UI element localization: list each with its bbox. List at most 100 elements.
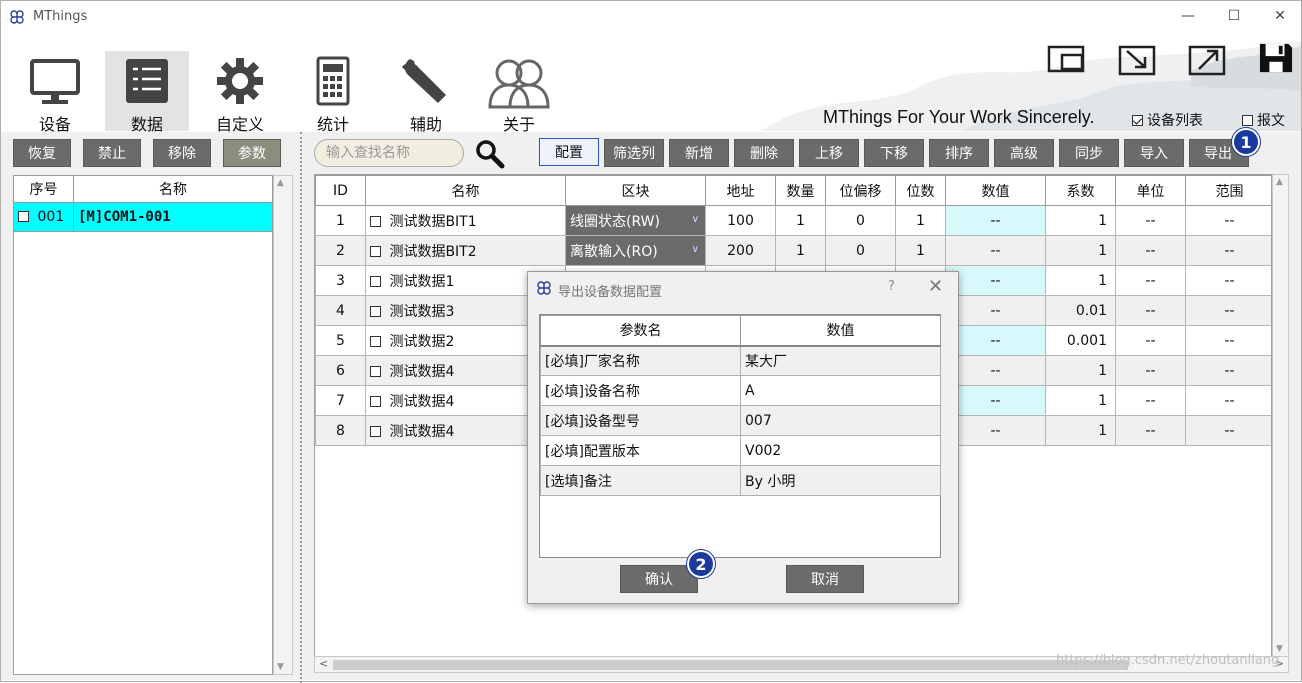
cell-offset: 0: [825, 235, 896, 266]
gear-icon: [217, 58, 263, 104]
config-button[interactable]: 配置: [539, 138, 599, 166]
sort-button[interactable]: 排序: [929, 139, 989, 167]
dialog-table-area: 参数名 数值 [必填]厂家名称 某大厂 [必填]设备名称 A [必填]设备型号 007…: [539, 314, 941, 558]
window-layout-icon[interactable]: [1046, 43, 1086, 77]
scroll-down-icon[interactable]: ▼: [277, 662, 284, 672]
device-table: 序号 名称 001 [M]COM1-001: [13, 175, 273, 232]
packet-checkbox[interactable]: 报文: [1242, 110, 1285, 130]
shrink-icon[interactable]: [1117, 43, 1157, 77]
import-button[interactable]: 导入: [1124, 139, 1184, 167]
move-down-button[interactable]: 下移: [864, 139, 924, 167]
device-list-checkbox[interactable]: 设备列表: [1132, 110, 1203, 130]
table-row[interactable]: [必填]配置版本 V002: [540, 435, 941, 466]
checkbox-icon[interactable]: [370, 365, 381, 377]
chevron-down-icon[interactable]: ∨: [692, 214, 699, 225]
table-row[interactable]: 1 测试数据BIT1 线圈状态(RW) ∨ 100 1 0 1 -- 1 -- --: [315, 205, 1271, 236]
checkbox-icon[interactable]: [370, 425, 381, 437]
table-row[interactable]: 001 [M]COM1-001: [13, 202, 273, 232]
scroll-up-icon[interactable]: ▲: [1276, 177, 1283, 187]
cancel-button[interactable]: 取消: [786, 565, 864, 593]
column-header[interactable]: 位数: [895, 175, 946, 206]
cell-unit: --: [1115, 205, 1186, 236]
table-row[interactable]: [选填]备注 By 小明: [540, 465, 941, 496]
add-button[interactable]: 新增: [669, 139, 729, 167]
cell-range: --: [1185, 415, 1271, 446]
table-row[interactable]: 2 测试数据BIT2 离散输入(RO) ∨ 200 1 0 1 -- 1 -- --: [315, 235, 1271, 266]
param-value-cell[interactable]: By 小明: [740, 465, 941, 496]
remove-button[interactable]: 移除: [153, 139, 211, 167]
checkbox-icon[interactable]: [370, 305, 381, 317]
restore-button[interactable]: 恢复: [13, 139, 71, 167]
nav-about[interactable]: 关于: [477, 51, 561, 134]
delete-button[interactable]: 删除: [734, 139, 794, 167]
param-value-cell[interactable]: 007: [740, 405, 941, 436]
table-row[interactable]: [必填]设备名称 A: [540, 375, 941, 406]
nav-stats[interactable]: 统计: [291, 51, 375, 134]
column-header[interactable]: 数量: [775, 175, 826, 206]
checkbox-icon[interactable]: [370, 215, 381, 227]
save-icon[interactable]: [1256, 41, 1296, 75]
table-row[interactable]: [必填]设备型号 007: [540, 405, 941, 436]
device-list-scrollbar[interactable]: ▲ ▼: [273, 175, 293, 675]
scroll-thumb[interactable]: [333, 660, 1128, 670]
filter-columns-button[interactable]: 筛选列: [604, 139, 664, 167]
scroll-left-icon[interactable]: <: [319, 657, 328, 670]
cell-factor: 1: [1045, 235, 1116, 266]
cell-block[interactable]: 离散输入(RO) ∨: [565, 235, 706, 266]
column-header[interactable]: ID: [315, 175, 366, 206]
column-header[interactable]: 地址: [705, 175, 776, 206]
help-button[interactable]: ?: [888, 279, 895, 294]
maximize-button[interactable]: ☐: [1211, 1, 1257, 33]
cell-bits: 1: [895, 205, 946, 236]
param-value-cell[interactable]: 某大厂: [740, 345, 941, 376]
panel-splitter[interactable]: [300, 132, 308, 683]
params-button[interactable]: 参数: [223, 139, 281, 167]
scroll-up-icon[interactable]: ▲: [277, 178, 284, 188]
column-header[interactable]: 名称: [365, 175, 566, 206]
column-header[interactable]: 名称: [73, 175, 273, 203]
cell-block[interactable]: 线圈状态(RW) ∨: [565, 205, 706, 236]
device-list-label: 设备列表: [1147, 113, 1203, 129]
column-header[interactable]: 区块: [565, 175, 706, 206]
confirm-button[interactable]: 确认: [620, 565, 698, 593]
checkbox-icon[interactable]: [370, 245, 381, 257]
cell-range: --: [1185, 265, 1271, 296]
checkbox-icon[interactable]: [370, 275, 381, 287]
data-list-icon: [126, 59, 168, 103]
table-row[interactable]: [必填]厂家名称 某大厂: [540, 345, 941, 376]
checkbox-icon[interactable]: [370, 335, 381, 347]
nav-device[interactable]: 设备: [13, 51, 97, 134]
dialog-close-button[interactable]: ✕: [928, 276, 943, 297]
nav-assist[interactable]: 辅助: [384, 51, 468, 134]
disable-button[interactable]: 禁止: [83, 139, 141, 167]
param-value-cell[interactable]: V002: [740, 435, 941, 466]
expand-icon[interactable]: [1187, 43, 1227, 77]
column-header[interactable]: 范围: [1185, 175, 1271, 206]
checkbox-icon[interactable]: [370, 395, 381, 407]
search-input[interactable]: 输入查找名称: [314, 139, 464, 167]
cell-id: 3: [315, 265, 366, 296]
cell-value: --: [945, 295, 1046, 326]
nav-custom[interactable]: 自定义: [198, 51, 282, 134]
move-up-button[interactable]: 上移: [799, 139, 859, 167]
column-header[interactable]: 位偏移: [825, 175, 896, 206]
advanced-button[interactable]: 高级: [994, 139, 1054, 167]
checkbox-icon[interactable]: [18, 211, 29, 222]
data-grid-vscrollbar[interactable]: ▲ ▼: [1272, 174, 1289, 657]
column-header[interactable]: 系数: [1045, 175, 1116, 206]
nav-data[interactable]: 数据: [105, 51, 189, 134]
cell-range: --: [1185, 295, 1271, 326]
search-icon[interactable]: [475, 139, 505, 169]
param-value-cell[interactable]: A: [740, 375, 941, 406]
column-header[interactable]: 单位: [1115, 175, 1186, 206]
close-button[interactable]: ✕: [1257, 1, 1302, 33]
sync-button[interactable]: 同步: [1059, 139, 1119, 167]
param-name-cell: [选填]备注: [540, 465, 741, 496]
column-header[interactable]: 数值: [945, 175, 1046, 206]
cell-factor: 1: [1045, 415, 1116, 446]
chevron-down-icon[interactable]: ∨: [692, 244, 699, 255]
minimize-button[interactable]: —: [1165, 1, 1211, 33]
column-header[interactable]: 序号: [13, 175, 74, 203]
cell-addr: 100: [705, 205, 776, 236]
dialog-title: 导出设备数据配置: [558, 285, 663, 300]
